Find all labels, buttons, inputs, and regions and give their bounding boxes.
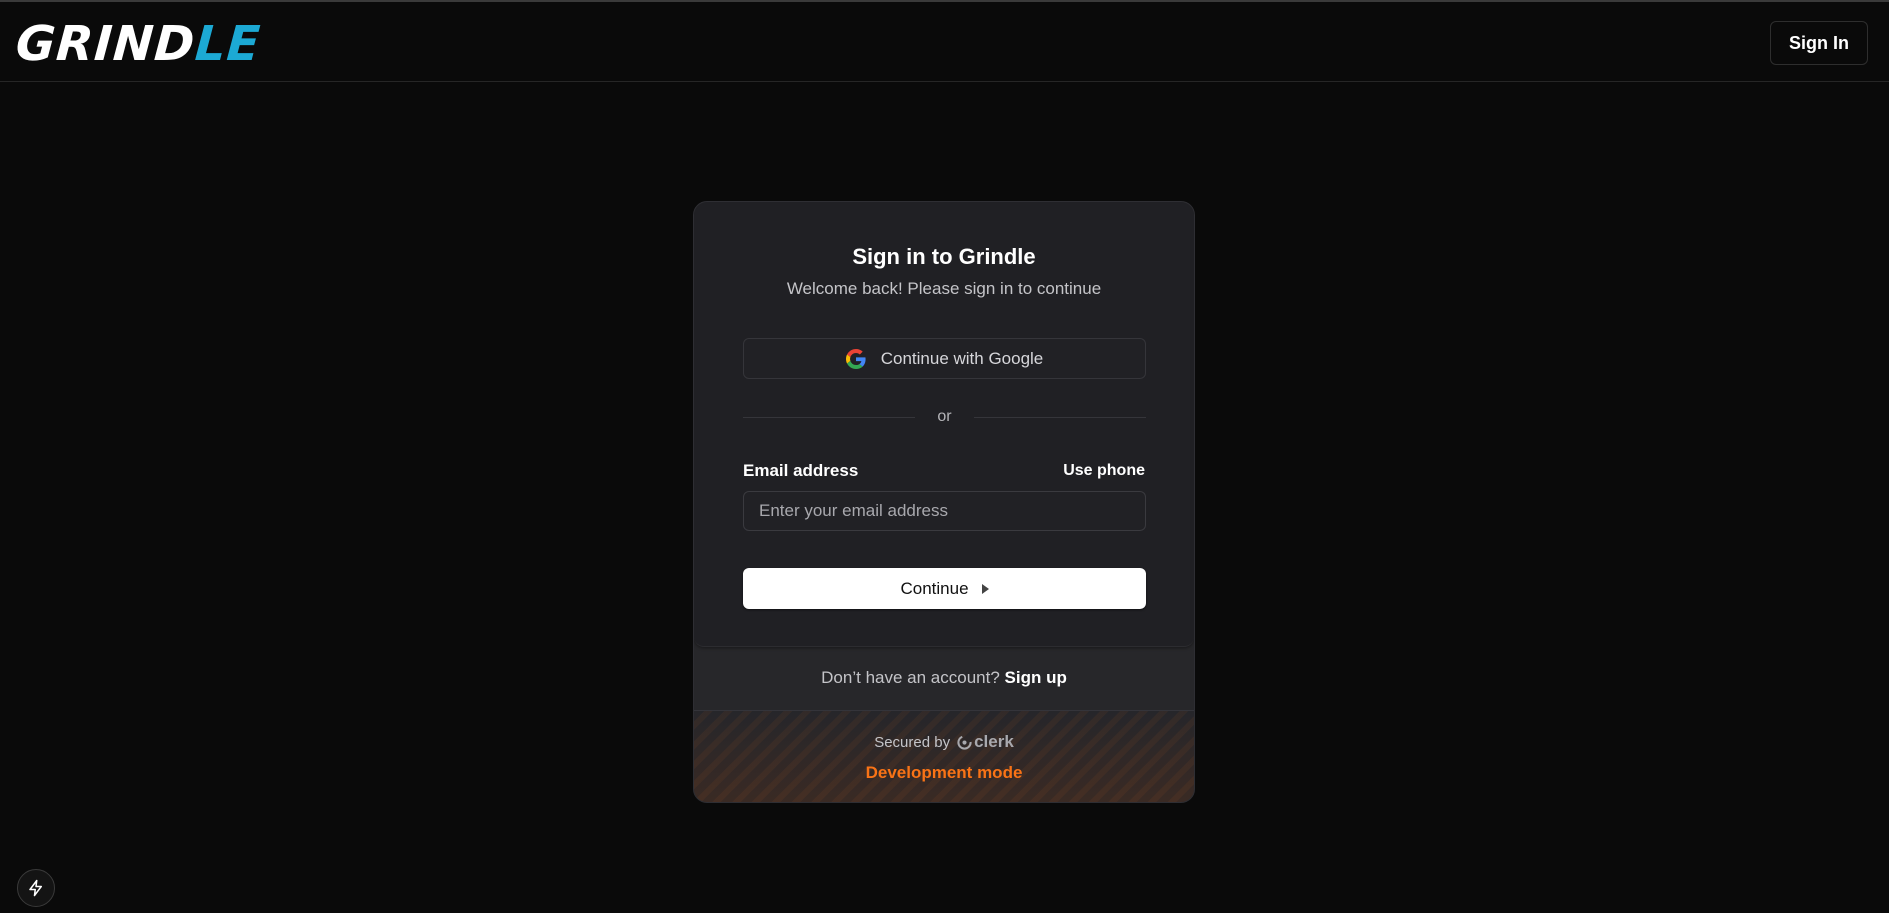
use-phone-link[interactable]: Use phone: [1063, 462, 1145, 480]
grindle-logo[interactable]: GRINDLE: [14, 16, 263, 72]
header-sign-in-button[interactable]: Sign In: [1770, 21, 1868, 65]
caret-right-icon: [981, 583, 989, 594]
logo-text-blue: LE: [193, 16, 263, 72]
sign-in-card-body: Sign in to Grindle Welcome back! Please …: [694, 202, 1194, 647]
email-input[interactable]: [743, 491, 1146, 531]
sign-up-prompt-text: Don’t have an account?: [821, 668, 1000, 687]
card-subtitle: Welcome back! Please sign in to continue: [786, 279, 1102, 298]
top-navbar: GRINDLE Sign In: [0, 2, 1889, 82]
or-divider: or: [743, 407, 1146, 427]
email-address-label: Email address: [743, 461, 859, 480]
card-footer: Secured by clerk Development mode: [694, 710, 1194, 802]
card-title: Sign in to Grindle: [852, 244, 1036, 269]
sign-up-prompt: Don’t have an account? Sign up: [694, 668, 1194, 688]
continue-button-label: Continue: [900, 578, 969, 598]
google-button-label: Continue with Google: [880, 348, 1044, 368]
continue-with-google-button[interactable]: Continue with Google: [743, 338, 1146, 379]
logo-text-white: GRIND: [14, 16, 198, 72]
lightning-bolt-icon: [29, 879, 42, 897]
sign-up-link[interactable]: Sign up: [1005, 668, 1067, 687]
divider-line-right: [974, 417, 1146, 418]
development-mode-label: Development mode: [865, 763, 1023, 782]
dev-tools-button[interactable]: [17, 869, 55, 907]
continue-button[interactable]: Continue: [743, 568, 1146, 609]
secured-by-row: Secured by clerk: [694, 732, 1194, 752]
google-icon: [845, 348, 866, 369]
clerk-brand-text: clerk: [974, 732, 1014, 751]
clerk-logo[interactable]: clerk: [957, 732, 1014, 752]
sign-in-card: Sign in to Grindle Welcome back! Please …: [693, 201, 1195, 803]
clerk-logo-icon: [957, 734, 972, 750]
secured-by-text: Secured by: [874, 733, 951, 751]
